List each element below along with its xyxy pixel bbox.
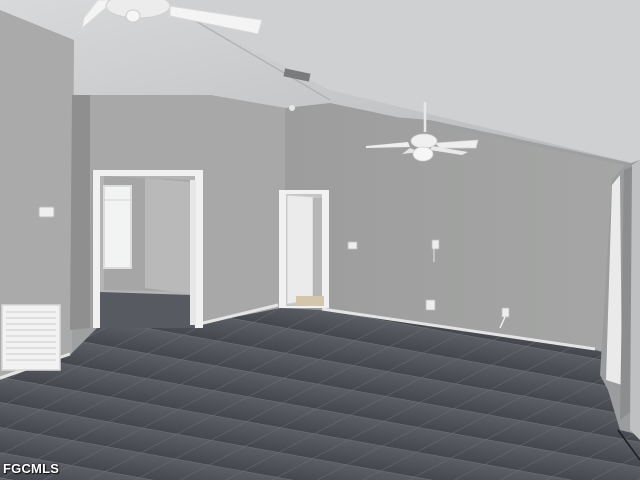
wall-outlet xyxy=(501,307,510,318)
doorway xyxy=(279,190,329,308)
window xyxy=(103,185,132,269)
door xyxy=(286,194,314,305)
watermark-text: FGCMLS xyxy=(3,461,60,476)
room-photo: FGCMLS xyxy=(0,0,640,480)
wall-outlet xyxy=(425,299,436,311)
left-wall-edge xyxy=(70,95,90,330)
wall-outlet xyxy=(431,239,440,250)
thermostat xyxy=(38,206,55,218)
doorway xyxy=(93,170,203,328)
wall-outlet xyxy=(347,241,358,250)
air-vent xyxy=(1,304,61,371)
room-illustration xyxy=(0,0,640,480)
smoke-detector xyxy=(289,105,295,111)
